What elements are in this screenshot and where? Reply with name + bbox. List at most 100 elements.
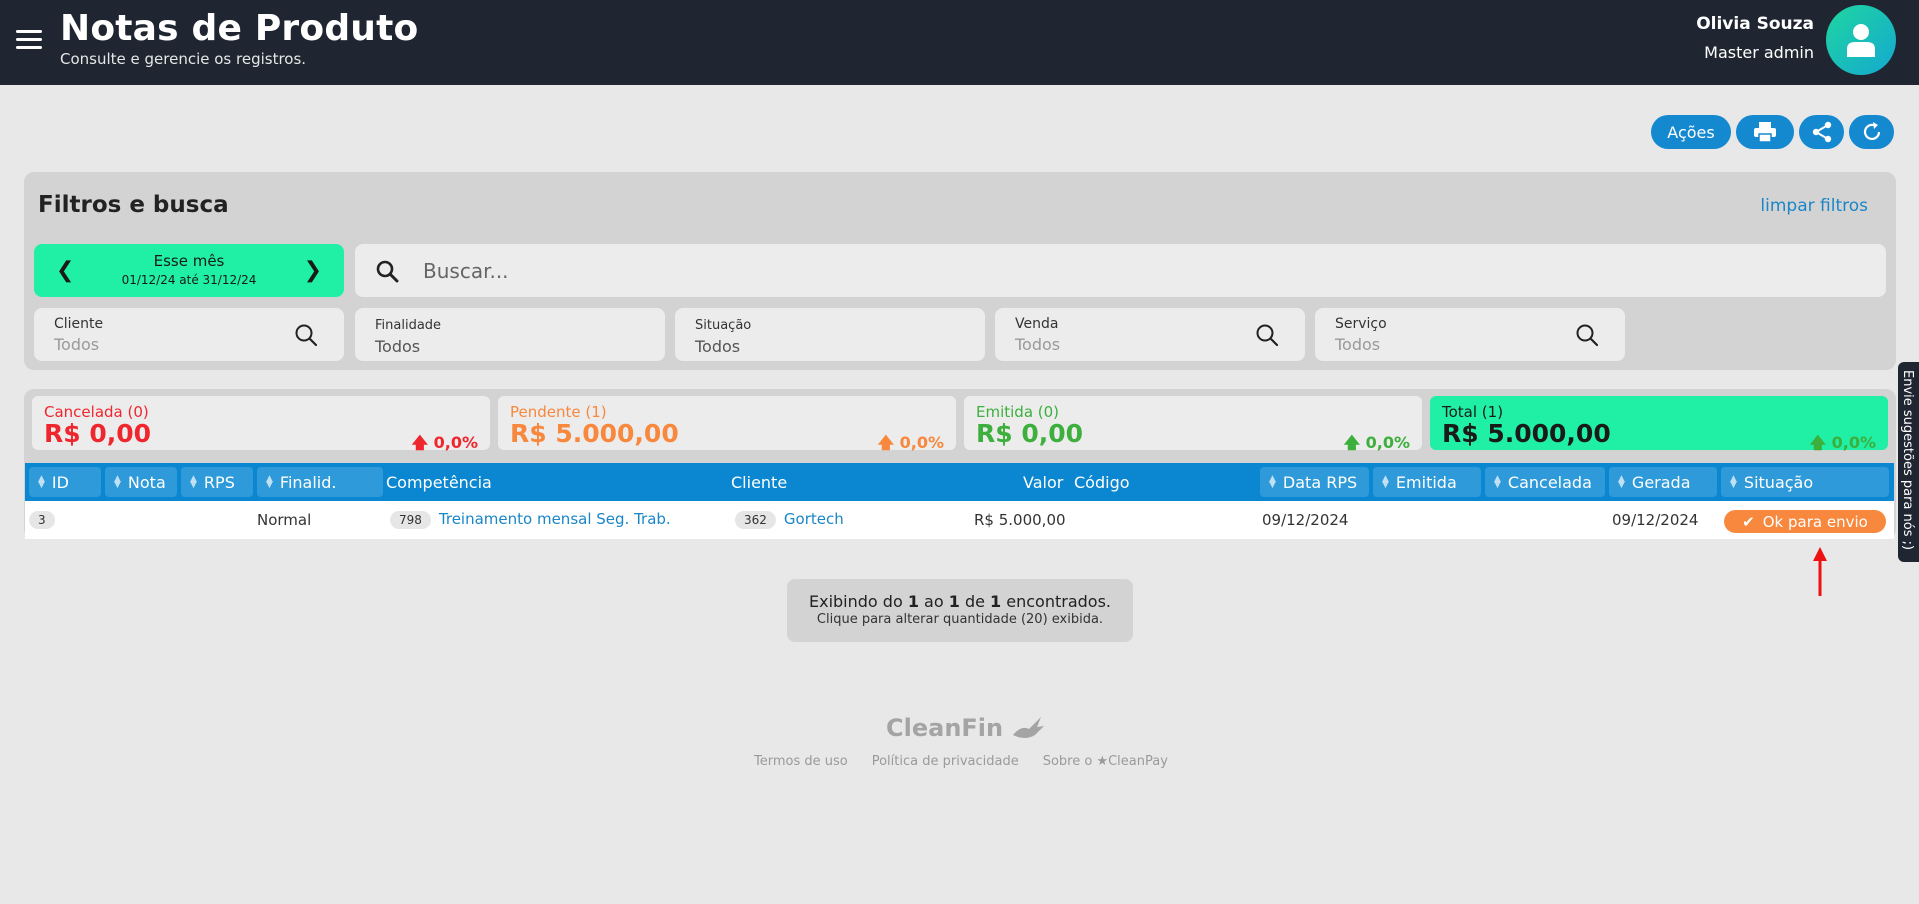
column-header-situacao[interactable]: ▲ ▼ Situação	[1721, 467, 1889, 497]
summary-card-emitida[interactable]: Emitida (0) R$ 0,00 🡅 0,0%	[964, 396, 1422, 452]
filter-venda[interactable]: Venda Todos	[995, 308, 1305, 361]
summary-card-total[interactable]: Total (1) R$ 5.000,00 🡅 0,0%	[1430, 396, 1888, 452]
feedback-tab-label: Envie sugestões para nós ;)	[1900, 370, 1915, 551]
bird-logo-icon	[1013, 717, 1045, 738]
filter-label: Situação	[695, 318, 752, 333]
pagination-info[interactable]: Exibindo do 1 ao 1 de 1 encontrados. Cli…	[787, 579, 1133, 642]
column-label: Emitida	[1395, 472, 1457, 492]
competencia-link[interactable]: Treinamento mensal Seg. Trab.	[439, 510, 671, 528]
filter-label: Venda	[1015, 316, 1059, 332]
arrow-up-icon: 🡅	[877, 433, 895, 452]
column-label: Finalid.	[279, 472, 337, 492]
column-header-valor: Valor	[1023, 472, 1064, 492]
filters-title: Filtros e busca	[38, 192, 229, 218]
pagination-text: Exibindo do	[808, 592, 908, 611]
sort-icon: ▲ ▼	[38, 474, 45, 490]
table-row[interactable]: 3 Normal 798 Treinamento mensal Seg. Trab…	[25, 501, 1894, 539]
clear-filters-link[interactable]: limpar filtros	[1760, 196, 1868, 216]
card-percent-value: 0,0%	[1365, 433, 1410, 452]
card-percent-value: 0,0%	[1831, 433, 1876, 452]
column-header-rps[interactable]: ▲ ▼ RPS	[181, 467, 253, 497]
sort-icon: ▲ ▼	[266, 474, 273, 490]
footer-brand: CleanFin	[886, 714, 1045, 742]
column-label: Gerada	[1631, 472, 1691, 492]
share-button[interactable]	[1799, 115, 1844, 149]
terms-link[interactable]: Termos de uso	[754, 754, 848, 769]
column-header-gerada[interactable]: ▲ ▼ Gerada	[1609, 467, 1717, 497]
period-label: Esse mês	[153, 252, 225, 270]
user-role: Master admin	[1704, 43, 1814, 62]
print-button[interactable]	[1736, 115, 1794, 149]
filter-value: Todos	[375, 337, 421, 356]
search-input[interactable]	[423, 256, 1863, 286]
filter-label: Finalidade	[375, 318, 442, 333]
filter-value: Todos	[1335, 335, 1381, 354]
cell-gerada: 09/12/2024	[1612, 511, 1699, 529]
card-value: R$ 5.000,00	[510, 419, 679, 448]
pagination-from: 1	[907, 592, 919, 611]
card-value: R$ 5.000,00	[1442, 419, 1611, 448]
sort-icon: ▲ ▼	[1382, 474, 1389, 490]
column-header-data-rps[interactable]: ▲ ▼ Data RPS	[1260, 467, 1369, 497]
column-label: ID	[51, 472, 69, 492]
column-header-cancelada[interactable]: ▲ ▼ Cancelada	[1485, 467, 1605, 497]
top-bar: Notas de Produto Consulte e gerencie os …	[0, 0, 1919, 85]
filter-label: Cliente	[54, 316, 104, 332]
card-percent: 🡅 0,0%	[1810, 432, 1876, 459]
status-label: Ok para envio	[1762, 512, 1868, 531]
acoes-button[interactable]: Ações	[1651, 115, 1731, 149]
page-title: Notas de Produto	[60, 8, 419, 49]
period-selector[interactable]: ❮ Esse mês 01/12/24 até 31/12/24 ❯	[34, 244, 344, 297]
search-icon[interactable]	[1255, 323, 1279, 347]
arrow-up-icon: 🡅	[1809, 433, 1827, 452]
arrow-up-icon: 🡅	[411, 433, 429, 452]
card-value: R$ 0,00	[976, 419, 1084, 448]
arrow-up-icon: 🡅	[1343, 433, 1361, 452]
competencia-code-badge: 798	[390, 511, 431, 529]
summary-card-pendente[interactable]: Pendente (1) R$ 5.000,00 🡅 0,0%	[498, 396, 956, 452]
column-header-cliente: Cliente	[731, 472, 788, 492]
status-badge[interactable]: ✔ Ok para envio	[1724, 510, 1886, 533]
search-icon[interactable]	[294, 323, 318, 347]
column-header-nota[interactable]: ▲ ▼ Nota	[105, 467, 177, 497]
search-icon	[376, 260, 399, 283]
cliente-link[interactable]: Gortech	[784, 510, 844, 528]
filter-finalidade[interactable]: Finalidade Todos	[355, 308, 665, 361]
filter-label: Serviço	[1335, 316, 1387, 332]
column-label: Situação	[1743, 472, 1814, 492]
column-header-id[interactable]: ▲ ▼ ID	[29, 467, 101, 497]
search-icon[interactable]	[1575, 323, 1599, 347]
filter-situacao[interactable]: Situação Todos	[675, 308, 985, 361]
footer-links: Termos de uso Política de privacidade So…	[754, 754, 1168, 769]
filter-value: Todos	[54, 335, 100, 354]
avatar[interactable]	[1826, 5, 1896, 75]
sort-icon: ▲ ▼	[114, 474, 121, 490]
column-label: Data RPS	[1282, 472, 1358, 492]
filter-servico[interactable]: Serviço Todos	[1315, 308, 1625, 361]
column-header-competencia: Competência	[386, 472, 492, 492]
column-header-emitida[interactable]: ▲ ▼ Emitida	[1373, 467, 1481, 497]
card-percent: 🡅 0,0%	[878, 432, 944, 459]
card-percent: 🡅 0,0%	[412, 432, 478, 459]
id-badge: 3	[29, 511, 55, 529]
filter-value: Todos	[1015, 335, 1061, 354]
sort-icon: ▲ ▼	[1730, 474, 1737, 490]
sort-icon: ▲ ▼	[190, 474, 197, 490]
feedback-tab[interactable]: Envie sugestões para nós ;)	[1898, 362, 1919, 562]
cell-valor: R$ 5.000,00	[974, 511, 1066, 529]
pagination-hint: Clique para alterar quantidade (20) exib…	[816, 612, 1104, 627]
column-label: Cancelada	[1507, 472, 1592, 492]
chevron-right-icon[interactable]: ❯	[304, 258, 322, 283]
user-name[interactable]: Olivia Souza	[1696, 14, 1814, 34]
pagination-text: ao	[918, 592, 949, 611]
column-header-finalidade[interactable]: ▲ ▼ Finalid.	[257, 467, 383, 497]
summary-card-cancelada[interactable]: Cancelada (0) R$ 0,00 🡅 0,0%	[32, 396, 490, 452]
column-header-codigo: Código	[1074, 472, 1130, 492]
privacy-link[interactable]: Política de privacidade	[872, 754, 1019, 769]
annotation-arrow-icon	[1813, 547, 1827, 596]
about-link[interactable]: Sobre o ★CleanPay	[1043, 754, 1168, 769]
hamburger-menu-icon[interactable]	[16, 30, 42, 52]
filter-cliente[interactable]: Cliente Todos	[34, 308, 344, 361]
refresh-button[interactable]	[1849, 115, 1894, 149]
pagination-text: encontrados.	[1001, 592, 1111, 611]
